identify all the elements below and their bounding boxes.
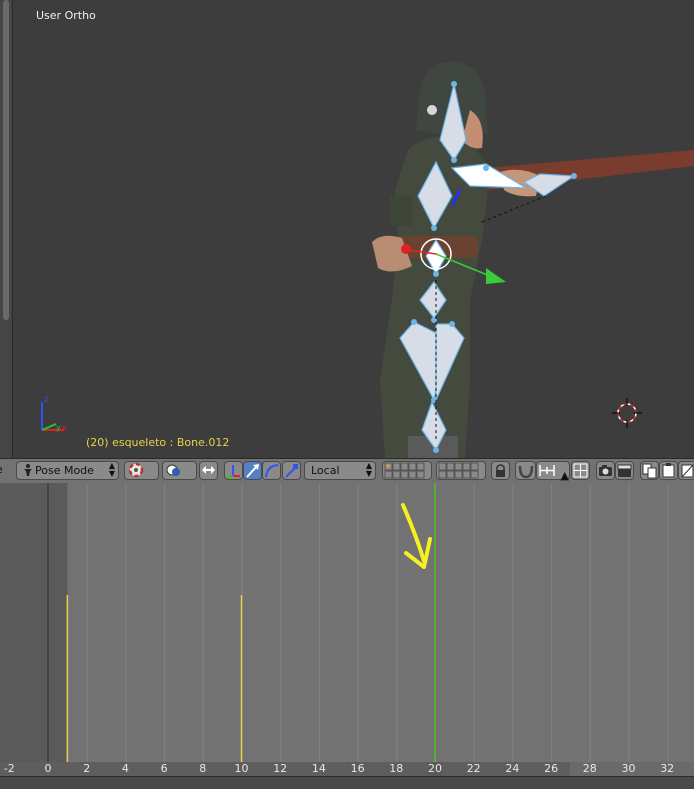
frame-label: 10	[234, 762, 249, 775]
timeline-canvas[interactable]	[0, 483, 694, 762]
copy-pose-button[interactable]	[640, 461, 659, 480]
frame-label: 6	[160, 762, 168, 775]
frame-label: 12	[273, 762, 288, 775]
paste-pose-icon	[662, 463, 675, 478]
timeline-header-bar	[0, 776, 694, 789]
pouch	[390, 196, 412, 226]
frame-label: 30	[621, 762, 636, 775]
frame-label: 14	[311, 762, 326, 775]
snap-increment-icon	[539, 465, 555, 476]
frame-label: 20	[428, 762, 442, 776]
shading-sphere-icon	[128, 462, 144, 478]
mode-select-label: Pose Mode	[35, 464, 94, 477]
lock-layers-button[interactable]	[491, 461, 510, 480]
svg-text:x: x	[62, 423, 67, 432]
arrows-horizontal-icon	[202, 466, 215, 474]
select-arrows-icon: ▲▼	[365, 461, 372, 478]
transform-orientation-select[interactable]: Local ▲ ▼	[304, 461, 376, 480]
render-animation-button[interactable]	[615, 461, 634, 480]
frame-label: 24	[505, 762, 520, 775]
scale-manipulator-button[interactable]	[282, 461, 301, 480]
render-still-button[interactable]	[596, 461, 615, 480]
snap-grid-icon	[573, 463, 588, 478]
layer-grid-icon	[438, 462, 479, 479]
translate-manipulator-button[interactable]	[243, 461, 262, 480]
view3d-header: e Pose Mode ▲▼ ▲▼ ▲▼ Local ▲▼	[0, 458, 694, 516]
layers-group-1[interactable]	[382, 461, 432, 480]
proportional-edit-button[interactable]	[515, 461, 536, 480]
mode-select[interactable]: Pose Mode ▲ ▼	[16, 461, 119, 480]
layer-grid-icon	[384, 462, 425, 479]
pivot-icon	[166, 464, 180, 476]
camera-icon	[599, 465, 612, 476]
axis-gizmo-icon: z y x	[41, 395, 67, 432]
frame-label: 32	[660, 762, 675, 775]
viewport-shading-select[interactable]: ▲▼	[124, 461, 159, 516]
helmet-decal	[427, 105, 437, 115]
frame-label: 28	[582, 762, 597, 775]
pivot-center-toggle[interactable]	[199, 461, 218, 480]
frame-label: -2	[3, 762, 15, 775]
layers-group-2[interactable]	[436, 461, 486, 480]
x-handle-dot-icon[interactable]	[401, 244, 411, 254]
scene-canvas: z y x	[41, 61, 694, 458]
orientation-label: Local	[311, 464, 340, 477]
frame-label: 18	[389, 762, 404, 775]
copy-pose-icon	[642, 463, 657, 479]
frame-label: 26	[544, 762, 559, 775]
ik-dashed-line	[481, 195, 547, 223]
select-arrows-icon: ▲▼	[108, 461, 115, 478]
paste-flipped-pose-button[interactable]	[678, 461, 694, 480]
rotate-manipulator-button[interactable]	[262, 461, 281, 480]
frame-label: 2	[83, 762, 91, 775]
rotate-arc-icon	[265, 464, 279, 478]
frame-label: 0	[44, 762, 52, 775]
pose-mode-icon	[22, 463, 34, 482]
scale-icon	[285, 464, 298, 478]
y-arrow-icon[interactable]	[486, 268, 506, 284]
frame-label: 16	[350, 762, 365, 775]
snap-element-select[interactable]: ▲▼	[536, 461, 570, 499]
clapperboard-icon	[617, 464, 632, 477]
out-of-range-region	[0, 483, 68, 762]
frame-ruler[interactable]: -2 0 2 4 6 8 10 12 14 16 18 20 22 24 26 28 30 32	[0, 762, 694, 776]
translate-arrow-icon	[246, 464, 259, 478]
snap-target-button[interactable]	[571, 461, 590, 480]
selection-status: (20) esqueleto : Bone.012	[86, 436, 230, 449]
frame-label: 8	[199, 762, 207, 775]
frame-label: 4	[121, 762, 129, 775]
paste-flipped-icon	[681, 464, 694, 478]
view-menu-cutoff[interactable]: e	[0, 461, 8, 480]
svg-text:z: z	[44, 395, 48, 404]
paste-pose-button[interactable]	[659, 461, 678, 480]
magnet-icon	[518, 465, 534, 479]
manipulator-axes-icon	[226, 465, 240, 479]
pivot-point-select[interactable]: ▲▼	[162, 461, 197, 516]
manipulator-toggle[interactable]	[224, 461, 243, 480]
3d-cursor-icon	[612, 398, 642, 428]
3d-viewport[interactable]: User Ortho z y x (20) esqueleto: Bone.0…	[0, 0, 694, 458]
frame-label: 22	[466, 762, 481, 775]
timeline-area[interactable]	[0, 483, 694, 762]
svg-text:y: y	[56, 423, 61, 432]
lock-icon	[496, 464, 505, 477]
